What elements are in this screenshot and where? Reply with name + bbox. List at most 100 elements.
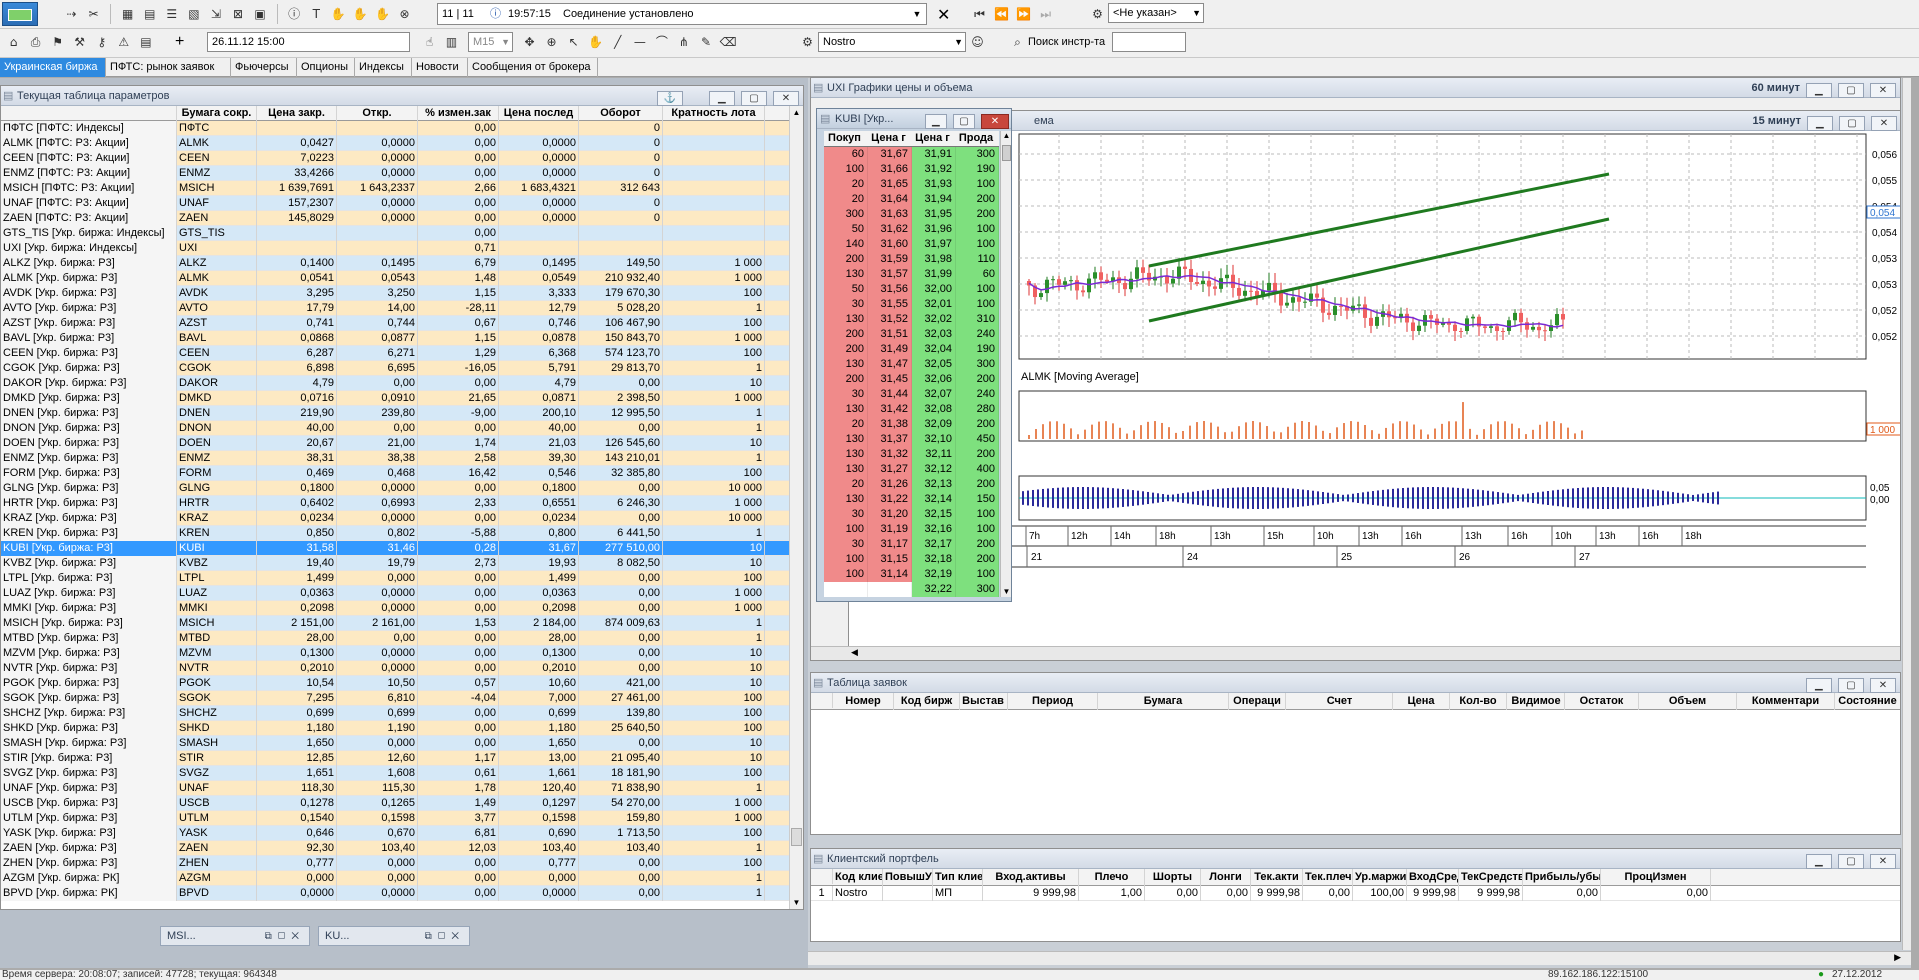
orderbook-row[interactable]: 130 31,27 32,12 400	[824, 462, 999, 477]
orderbook-row[interactable]: 140 31,60 31,97 100	[824, 237, 999, 252]
table-row[interactable]: UNAF [Укр. биржа: Р3] UNAF 118,30 115,30 1,7…	[1, 781, 803, 796]
table-row[interactable]: CEEN [ПФТС: Р3: Акции] CEEN 7,0223 0,0000 0,…	[1, 151, 803, 166]
workspace-vscrollbar[interactable]	[1902, 78, 1911, 950]
portfolio-column-header[interactable]: Вход.активы	[983, 869, 1079, 886]
table-row[interactable]: MSICH [ПФТС: Р3: Акции] MSICH 1 639,7691 1 …	[1, 181, 803, 196]
table-row[interactable]: DNEN [Укр. биржа: Р3] DNEN 219,90 239,80 -9,…	[1, 406, 803, 421]
table-row[interactable]: ALMK [Укр. биржа: Р3] ALMK 0,0541 0,0543 1,4…	[1, 271, 803, 286]
close-button[interactable]: ✕	[1871, 116, 1897, 131]
orders-column-header[interactable]: Состояние	[1835, 693, 1900, 710]
table-row[interactable]: ZHEN [Укр. биржа: Р3] ZHEN 0,777 0,000 0,00 0…	[1, 856, 803, 871]
orders-column-header[interactable]: Комментари	[1737, 693, 1835, 710]
table-row[interactable]: SHKD [Укр. биржа: Р3] SHKD 1,180 1,190 0,00 1…	[1, 721, 803, 736]
calc-icon[interactable]: ▤	[136, 33, 155, 52]
portfolio-column-header[interactable]: Плечо	[1079, 869, 1145, 886]
table-row[interactable]: YASK [Укр. биржа: Р3] YASK 0,646 0,670 6,81 0…	[1, 826, 803, 841]
orderbook-row[interactable]: 30 31,44 32,07 240	[824, 387, 999, 402]
table-row[interactable]: MMKI [Укр. биржа: Р3] MMKI 0,2098 0,0000 0,0…	[1, 601, 803, 616]
table-row[interactable]: DMKD [Укр. биржа: Р3] DMKD 0,0716 0,0910 21,…	[1, 391, 803, 406]
scroll-thumb[interactable]	[1002, 145, 1011, 161]
table-row[interactable]: BPVD [Укр. биржа: РК] BPVD 0,0000 0,0000 0,0…	[1, 886, 803, 901]
maximize-button[interactable]: ▢	[952, 114, 975, 129]
export-icon[interactable]: ⇲	[206, 5, 225, 24]
orders-column-header[interactable]: Кол-во	[1450, 693, 1507, 710]
close-button[interactable]: ✕	[981, 114, 1009, 129]
portfolio-column-header[interactable]: Тек.плеч	[1303, 869, 1353, 886]
table-row[interactable]: KRAZ [Укр. биржа: Р3] KRAZ 0,0234 0,0000 0,0…	[1, 511, 803, 526]
orderbook-row[interactable]: 32,22 300	[824, 582, 999, 597]
table-row[interactable]: DAKOR [Укр. биржа: Р3] DAKOR 4,79 0,00 0,00 4…	[1, 376, 803, 391]
column-header[interactable]: Цена послед	[499, 106, 579, 121]
table-row[interactable]: GLNG [Укр. биржа: Р3] GLNG 0,1800 0,0000 0,0…	[1, 481, 803, 496]
table-row[interactable]: ENMZ [Укр. биржа: Р3] ENMZ 38,31 38,38 2,58 3…	[1, 451, 803, 466]
scroll-up-icon[interactable]: ▲	[1001, 131, 1011, 140]
print-icon[interactable]: ⎙	[26, 33, 45, 52]
tab-options[interactable]: Опционы	[297, 58, 355, 77]
orders-column-header[interactable]: Цена	[1393, 693, 1450, 710]
tab-indices[interactable]: Индексы	[355, 58, 412, 77]
portfolio-column-header[interactable]: ПроцИзмен	[1601, 869, 1711, 886]
eraser-icon[interactable]: ⌫	[719, 33, 738, 52]
add-button[interactable]: +	[175, 32, 184, 52]
orderbook-row[interactable]: 20 31,26 32,13 200	[824, 477, 999, 492]
maximize-button[interactable]: ▢	[1837, 83, 1864, 98]
table-row[interactable]: UXI [Укр. биржа: Индексы] UXI 0,71	[1, 241, 803, 256]
orderbook-row[interactable]: 130 31,32 32,11 200	[824, 447, 999, 462]
orderbook-row[interactable]: 50 31,56 32,00 100	[824, 282, 999, 297]
scroll-down-icon[interactable]: ▼	[790, 898, 803, 907]
orderbook-row[interactable]: 130 31,47 32,05 300	[824, 357, 999, 372]
orderbook-row[interactable]: 20 31,65 31,93 100	[824, 177, 999, 192]
scroll-right-icon[interactable]: ▶	[1894, 952, 1901, 963]
maximize-button[interactable]: ▢	[740, 91, 767, 106]
portfolio-column-header[interactable]: Код клиен	[833, 869, 883, 886]
orderbook-row[interactable]: 30 31,20 32,15 100	[824, 507, 999, 522]
interval-select[interactable]: M15 ▼	[468, 32, 513, 52]
table-row[interactable]: LUAZ [Укр. биржа: Р3] LUAZ 0,0363 0,0000 0,0…	[1, 586, 803, 601]
tab-news[interactable]: Новости	[412, 58, 468, 77]
table-row[interactable]: LTPL [Укр. биржа: Р3] LTPL 1,499 0,000 0,00 1…	[1, 571, 803, 586]
column-header[interactable]: % измен.зак	[418, 106, 499, 121]
hand-stop-icon[interactable]: ✋	[351, 5, 370, 24]
filter-icon[interactable]: ⚑	[48, 33, 67, 52]
pan-icon[interactable]: ✋	[586, 33, 605, 52]
table-row[interactable]: CEEN [Укр. биржа: Р3] CEEN 6,287 6,271 1,29 6…	[1, 346, 803, 361]
table-row[interactable]: ALKZ [Укр. биржа: Р3] ALKZ 0,1400 0,1495 6,7…	[1, 256, 803, 271]
params-scrollbar[interactable]: ▲ ▼	[789, 106, 803, 909]
orderbook-row[interactable]: 30 31,17 32,17 200	[824, 537, 999, 552]
table-row[interactable]: STIR [Укр. биржа: Р3] STIR 12,85 12,60 1,17 1…	[1, 751, 803, 766]
close-button[interactable]: ✕	[1870, 854, 1896, 869]
table-row[interactable]: UTLM [Укр. биржа: Р3] UTLM 0,1540 0,1598 3,7…	[1, 811, 803, 826]
alert-icon[interactable]: ⚠	[114, 33, 133, 52]
table-row[interactable]: DNON [Укр. биржа: Р3] DNON 40,00 0,00 0,00 40…	[1, 421, 803, 436]
table-row[interactable]: AZGM [Укр. биржа: РК] AZGM 0,000 0,000 0,00 0…	[1, 871, 803, 886]
hand-icon[interactable]: ✋	[329, 5, 348, 24]
table-row[interactable]: ZAEN [ПФТС: Р3: Акции] ZAEN 145,8029 0,0000…	[1, 211, 803, 226]
arc-icon[interactable]: ⌒	[652, 33, 671, 52]
minimize-button[interactable]: ▁	[1805, 678, 1832, 693]
tab-pfts-orders[interactable]: ПФТС: рынок заявок	[106, 58, 231, 77]
orderbook-row[interactable]: 20 31,38 32,09 200	[824, 417, 999, 432]
orderbook-scrollbar[interactable]: ▲ ▼	[1000, 131, 1011, 597]
column-header[interactable]: Оборот	[579, 106, 663, 121]
portfolio-column-header[interactable]: ВходСред	[1407, 869, 1459, 886]
table-row[interactable]: DOEN [Укр. биржа: Р3] DOEN 20,67 21,00 1,74 2…	[1, 436, 803, 451]
table-row[interactable]: AVDK [Укр. биржа: Р3] AVDK 3,295 3,250 1,15 3…	[1, 286, 803, 301]
hand-pass-icon[interactable]: ✋	[373, 5, 392, 24]
table-row[interactable]: ZAEN [Укр. биржа: Р3] ZAEN 92,30 103,40 12,0…	[1, 841, 803, 856]
table-row[interactable]: FORM [Укр. биржа: Р3] FORM 0,469 0,468 16,42…	[1, 466, 803, 481]
message-bar[interactable]: 11 | 11 ⓘ 19:57:15 Соединение установлен…	[437, 3, 927, 25]
column-header[interactable]: Цена закр.	[257, 106, 337, 121]
table-row[interactable]: HRTR [Укр. биржа: Р3] HRTR 0,6402 0,6993 2,3…	[1, 496, 803, 511]
minimized-window-msich[interactable]: MSI... ⧉▢✕	[160, 926, 310, 946]
grid-icon[interactable]: ▤	[140, 5, 159, 24]
close-icon[interactable]: ✕	[937, 5, 950, 25]
tab-futures[interactable]: Фьючерсы	[231, 58, 297, 77]
orderbook-row[interactable]: 130 31,22 32,14 150	[824, 492, 999, 507]
excel-icon[interactable]: ⊠	[229, 5, 248, 24]
orderbook-row[interactable]: 130 31,52 32,02 310	[824, 312, 999, 327]
orders-column-header[interactable]: Операци	[1229, 693, 1286, 710]
table-row[interactable]: ПФТС [ПФТС: Индексы] ПФТС 0,00 0	[1, 121, 803, 136]
close-button[interactable]: ✕	[1870, 83, 1896, 98]
orderbook-row[interactable]: 60 31,67 31,91 300	[824, 147, 999, 162]
cursor-icon[interactable]: ↖	[564, 33, 583, 52]
